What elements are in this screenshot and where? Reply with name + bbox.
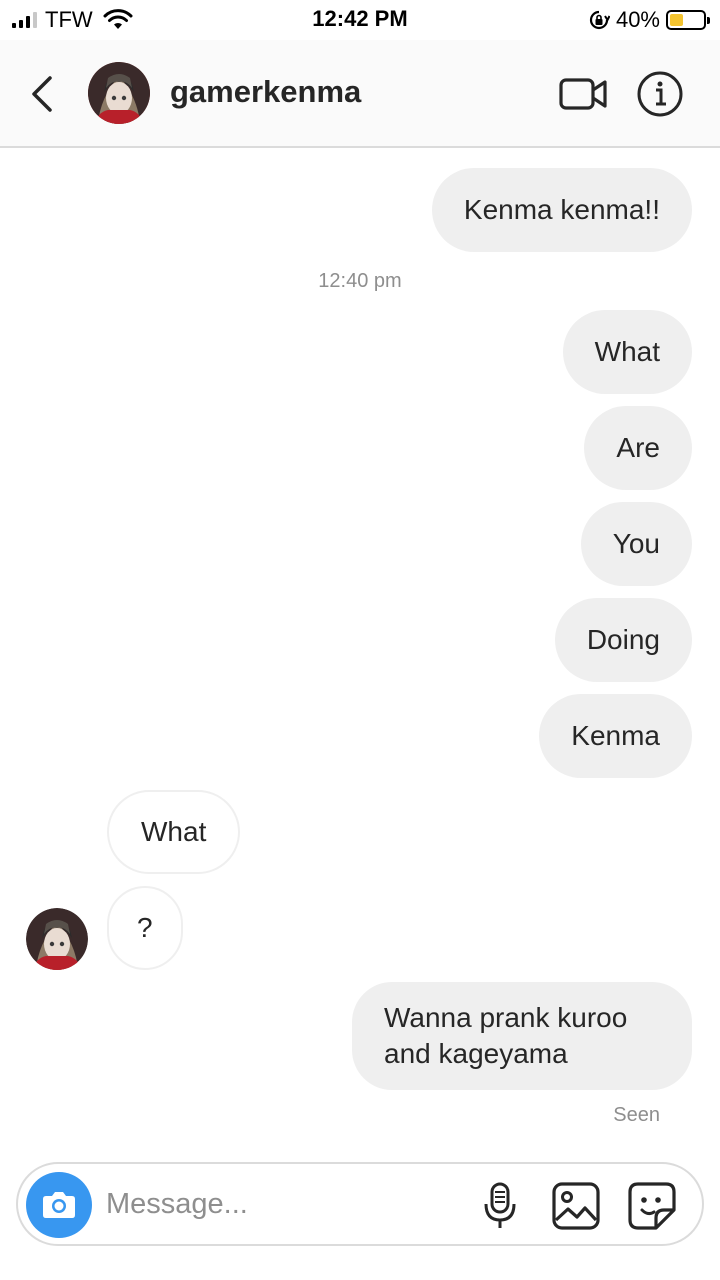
incoming-message[interactable]: What — [107, 790, 241, 874]
outgoing-message[interactable]: Kenma kenma!! — [431, 168, 692, 252]
battery-charging-icon — [666, 10, 710, 30]
incoming-message[interactable]: ? — [107, 886, 183, 970]
gallery-icon[interactable] — [550, 1180, 602, 1232]
message-input[interactable] — [106, 1178, 466, 1230]
status-bar: TFW 12:42 PM 40% — [0, 0, 720, 40]
outgoing-message[interactable]: Wanna prank kuroo and kageyama — [352, 982, 692, 1090]
back-chevron-icon[interactable] — [22, 70, 62, 118]
avatar[interactable] — [88, 62, 150, 124]
video-call-icon[interactable] — [558, 72, 610, 116]
microphone-icon[interactable] — [480, 1180, 520, 1232]
battery-percent: 40% — [615, 7, 660, 32]
orientation-lock-icon — [589, 10, 610, 30]
message-timestamp: 12:40 pm — [318, 270, 402, 292]
sticker-icon[interactable] — [626, 1180, 678, 1232]
outgoing-message[interactable]: Kenma — [539, 694, 692, 778]
message-composer — [16, 1162, 704, 1246]
outgoing-message[interactable]: You — [580, 502, 692, 586]
camera-button[interactable] — [26, 1172, 92, 1238]
outgoing-message[interactable]: What — [562, 310, 692, 394]
outgoing-message[interactable]: Doing — [554, 598, 692, 682]
camera-icon — [43, 1192, 75, 1218]
sender-avatar[interactable] — [26, 908, 88, 970]
conversation-header: gamerkenma — [0, 40, 720, 148]
info-icon[interactable] — [636, 70, 684, 118]
outgoing-message[interactable]: Are — [584, 406, 692, 490]
chat-username[interactable]: gamerkenma — [170, 74, 361, 110]
seen-indicator: Seen — [613, 1104, 660, 1126]
